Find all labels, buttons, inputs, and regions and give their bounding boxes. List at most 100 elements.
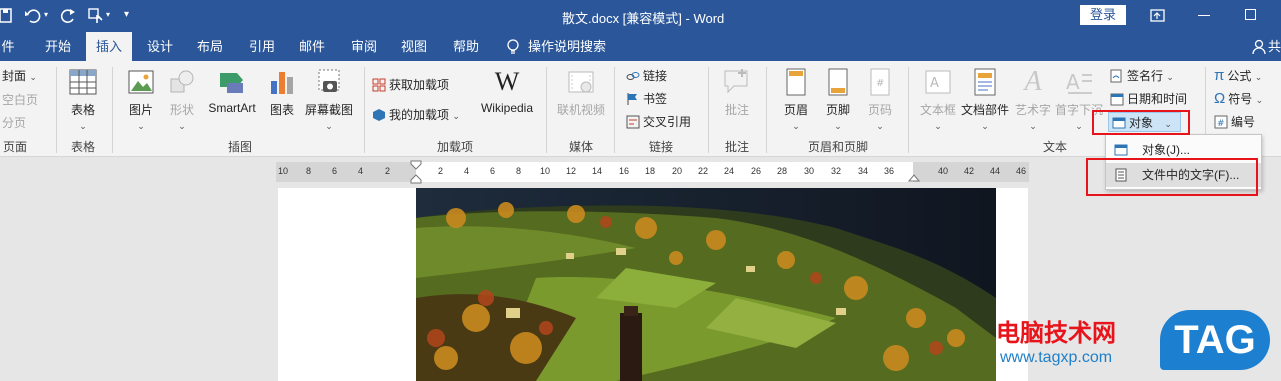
footer-button[interactable]: 页脚 ⌄ (820, 67, 856, 132)
chart-button[interactable]: 图表 (266, 67, 298, 118)
signature-line-button[interactable]: 签名行 ⌄ (1110, 66, 1174, 86)
signature-pen-icon (1110, 69, 1122, 83)
blank-page-button[interactable]: 空白页 (2, 90, 38, 110)
group-label-links: 链接 (648, 140, 673, 154)
tab-design[interactable]: 设计 (140, 32, 180, 61)
page-number-button[interactable]: # 页码 ⌄ (862, 67, 898, 132)
group-divider (908, 67, 909, 153)
horizontal-ruler[interactable]: 10 8 6 4 2 2 4 6 8 10 12 14 16 18 20 22 … (276, 160, 1029, 184)
indent-marker-icon[interactable] (410, 160, 422, 184)
ribbon: 封面 ⌄ 空白页 分页 页面 表格 ⌄ 表格 图片 ⌄ 形状 ⌄ SmartArt 图… (0, 61, 1281, 157)
ruler-tick: 2 (385, 166, 391, 176)
group-label-tables: 表格 (70, 140, 95, 154)
equation-button[interactable]: π 公式 ⌄ (1214, 66, 1262, 86)
smartart-icon (217, 67, 247, 97)
ruler-tick: 24 (724, 166, 735, 176)
ribbon-tabs: 件 开始 插入 设计 布局 引用 邮件 审阅 视图 帮助 操作说明搜索 共 (0, 32, 1281, 61)
drop-cap-icon: A (1064, 67, 1094, 97)
ruler-tick: 8 (516, 166, 522, 176)
ruler-tick: 22 (698, 166, 709, 176)
group-divider (546, 67, 547, 153)
tab-home[interactable]: 开始 (36, 32, 80, 61)
quick-parts-button[interactable]: 文档部件 ⌄ (960, 67, 1010, 132)
shapes-button[interactable]: 形状 ⌄ (164, 67, 200, 132)
undo-icon[interactable] (24, 8, 44, 24)
store-grid-icon (372, 78, 386, 92)
symbol-button[interactable]: Ω 符号 ⌄ (1214, 89, 1263, 109)
comment-button[interactable]: 批注 (716, 67, 758, 118)
page-number-label: 页码 (867, 103, 892, 117)
customize-qat-icon[interactable]: ▾ (124, 9, 129, 20)
group-divider (112, 67, 113, 153)
quick-parts-label: 文档部件 (960, 103, 1009, 117)
minimize-icon[interactable] (1198, 15, 1210, 16)
tab-mailings[interactable]: 邮件 (292, 32, 332, 61)
textbox-button[interactable]: A 文本框 ⌄ (918, 67, 958, 132)
online-video-label: 联机视频 (556, 103, 605, 117)
group-label-pages: 页面 (2, 140, 27, 154)
ruler-tick: 36 (884, 166, 895, 176)
ruler-tick: 6 (332, 166, 338, 176)
touch-mode-icon[interactable] (88, 8, 106, 24)
wordart-button[interactable]: A 艺术字 ⌄ (1012, 67, 1054, 132)
ruler-tick: 40 (938, 166, 949, 176)
number-button[interactable]: # 编号 (1214, 112, 1255, 132)
cross-reference-button[interactable]: 交叉引用 (626, 112, 691, 132)
pictures-label: 图片 (128, 103, 153, 117)
tab-review[interactable]: 审阅 (344, 32, 384, 61)
tab-insert[interactable]: 插入 (86, 32, 132, 61)
bookmark-button[interactable]: 书签 (626, 89, 667, 109)
number-label: 编号 (1231, 115, 1256, 129)
my-addins-cube-icon (373, 109, 385, 121)
page-break-button[interactable]: 分页 (2, 113, 26, 133)
table-button[interactable]: 表格 ⌄ (62, 67, 104, 132)
cross-reference-label: 交叉引用 (643, 115, 692, 129)
online-video-button[interactable]: 联机视频 (554, 67, 608, 118)
date-time-button[interactable]: 日期和时间 (1110, 89, 1187, 109)
get-addins-button[interactable]: 获取加载项 (372, 75, 449, 95)
share-button[interactable]: 共 (1268, 32, 1281, 61)
tab-help[interactable]: 帮助 (446, 32, 486, 61)
maximize-icon[interactable] (1245, 9, 1256, 20)
tab-file[interactable]: 件 (0, 32, 16, 61)
ribbon-display-options-icon[interactable] (1150, 9, 1166, 23)
smartart-button[interactable]: SmartArt (204, 67, 260, 115)
chart-label: 图表 (269, 103, 294, 117)
link-chain-icon (626, 72, 640, 80)
bookmark-flag-icon (627, 93, 637, 105)
ruler-tick: 12 (566, 166, 577, 176)
screenshot-button[interactable]: 屏幕截图 ⌄ (302, 67, 356, 132)
footer-page-icon (823, 67, 853, 97)
cover-page-button[interactable]: 封面 ⌄ (2, 66, 37, 86)
comment-label: 批注 (724, 103, 749, 117)
undo-dropdown-icon[interactable]: ▾ (44, 10, 48, 19)
pictures-button[interactable]: 图片 ⌄ (124, 67, 158, 132)
group-label-media: 媒体 (568, 140, 593, 154)
ruler-tick: 4 (358, 166, 364, 176)
landscape-photo[interactable] (416, 188, 996, 381)
redo-icon[interactable] (60, 8, 78, 24)
tab-view[interactable]: 视图 (394, 32, 434, 61)
number-icon: # (1214, 115, 1228, 129)
ruler-tick: 14 (592, 166, 603, 176)
ruler-tick: 4 (464, 166, 470, 176)
save-icon[interactable] (0, 8, 14, 24)
tab-layout[interactable]: 布局 (190, 32, 230, 61)
tell-me-search[interactable]: 操作说明搜索 (528, 32, 610, 61)
my-addins-button[interactable]: 我的加载项 ⌄ (372, 105, 460, 125)
ruler-tick: 2 (438, 166, 444, 176)
page-number-icon: # (865, 67, 895, 97)
share-person-icon[interactable] (1252, 39, 1266, 55)
group-divider (766, 67, 767, 153)
svg-text:#: # (1217, 119, 1225, 129)
textbox-icon: A (923, 67, 953, 97)
tab-references[interactable]: 引用 (242, 32, 282, 61)
comment-bubble-icon (722, 67, 752, 97)
wikipedia-button[interactable]: W Wikipedia (476, 67, 538, 115)
login-button[interactable]: 登录 (1080, 5, 1126, 25)
header-button[interactable]: 页眉 ⌄ (778, 67, 814, 132)
link-button[interactable]: 链接 (626, 66, 667, 86)
ruler-tick: 34 (858, 166, 869, 176)
right-indent-marker-icon[interactable] (908, 172, 920, 182)
svg-text:#: # (876, 78, 884, 89)
